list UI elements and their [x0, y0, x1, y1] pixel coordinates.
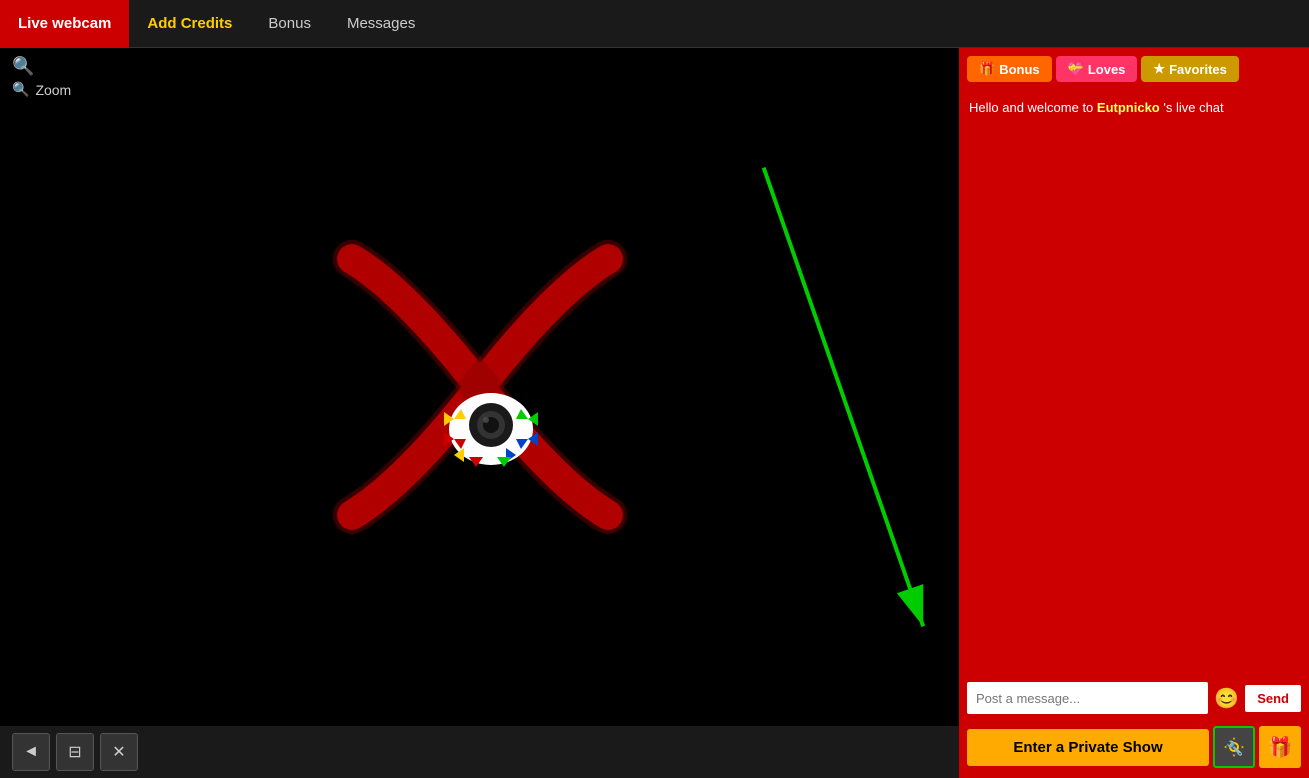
favorites-button[interactable]: ★ Favorites: [1141, 56, 1238, 82]
loves-label: Loves: [1088, 62, 1126, 77]
zoom-control[interactable]: 🔍 Zoom: [12, 81, 71, 98]
private-show-button[interactable]: Enter a Private Show: [967, 729, 1209, 766]
fullscreen-button[interactable]: ✕: [100, 733, 138, 771]
zoom-search-icon: 🔍: [12, 81, 29, 98]
chat-sidebar: 🎁 Bonus 💝 Loves ★ Favorites Hello and we…: [959, 48, 1309, 778]
zoom-label-text: Zoom: [35, 82, 71, 98]
bonus-button[interactable]: 🎁 Bonus: [967, 56, 1052, 82]
nav-bonus[interactable]: Bonus: [250, 0, 329, 48]
gift-icon: 🎁: [1268, 735, 1293, 760]
welcome-suffix: 's live chat: [1160, 100, 1224, 115]
video-area: 🔍 🔍 Zoom: [0, 48, 959, 778]
nav-add-credits[interactable]: Add Credits: [129, 0, 250, 48]
bonus-icon: 🎁: [979, 61, 995, 77]
video-bottom-controls: ◄ ⊟ ✕: [0, 726, 959, 778]
top-navigation: Live webcam Add Credits Bonus Messages: [0, 0, 1309, 48]
nav-live-webcam[interactable]: Live webcam: [0, 0, 129, 48]
chat-header-buttons: 🎁 Bonus 💝 Loves ★ Favorites: [959, 48, 1309, 90]
send-button[interactable]: Send: [1245, 685, 1301, 712]
chat-message-input[interactable]: [967, 682, 1208, 714]
loves-icon: 💝: [1068, 61, 1084, 77]
stream-placeholder: [320, 227, 640, 547]
chat-welcome: Hello and welcome to Eutpnicko 's live c…: [959, 90, 1309, 126]
loves-button[interactable]: 💝 Loves: [1056, 56, 1138, 82]
main-area: 🔍 🔍 Zoom: [0, 48, 1309, 778]
private-show-area: Enter a Private Show 🔧 🎁: [959, 720, 1309, 778]
settings-button[interactable]: ⊟: [56, 733, 94, 771]
bonus-label: Bonus: [999, 62, 1039, 77]
rewind-button[interactable]: ◄: [12, 733, 50, 771]
tool-icon: 🔧: [1223, 736, 1245, 758]
nav-messages[interactable]: Messages: [329, 0, 433, 48]
favorites-icon: ★: [1153, 61, 1165, 77]
video-controls-top: 🔍 🔍 Zoom: [0, 48, 83, 106]
gift-button[interactable]: 🎁: [1259, 726, 1301, 768]
svg-text:🔧: 🔧: [1226, 739, 1243, 757]
chat-input-area: 😊 Send: [959, 676, 1309, 720]
chat-messages: [959, 126, 1309, 677]
chat-username: Eutpnicko: [1097, 100, 1160, 115]
webcam-icon-svg: [436, 377, 546, 487]
video-canvas: [0, 48, 959, 726]
search-icon[interactable]: 🔍: [12, 56, 71, 77]
emoji-button[interactable]: 😊: [1214, 686, 1239, 711]
welcome-prefix: Hello and welcome to: [969, 100, 1097, 115]
settings-tool-button[interactable]: 🔧: [1213, 726, 1255, 768]
favorites-label: Favorites: [1169, 62, 1227, 77]
